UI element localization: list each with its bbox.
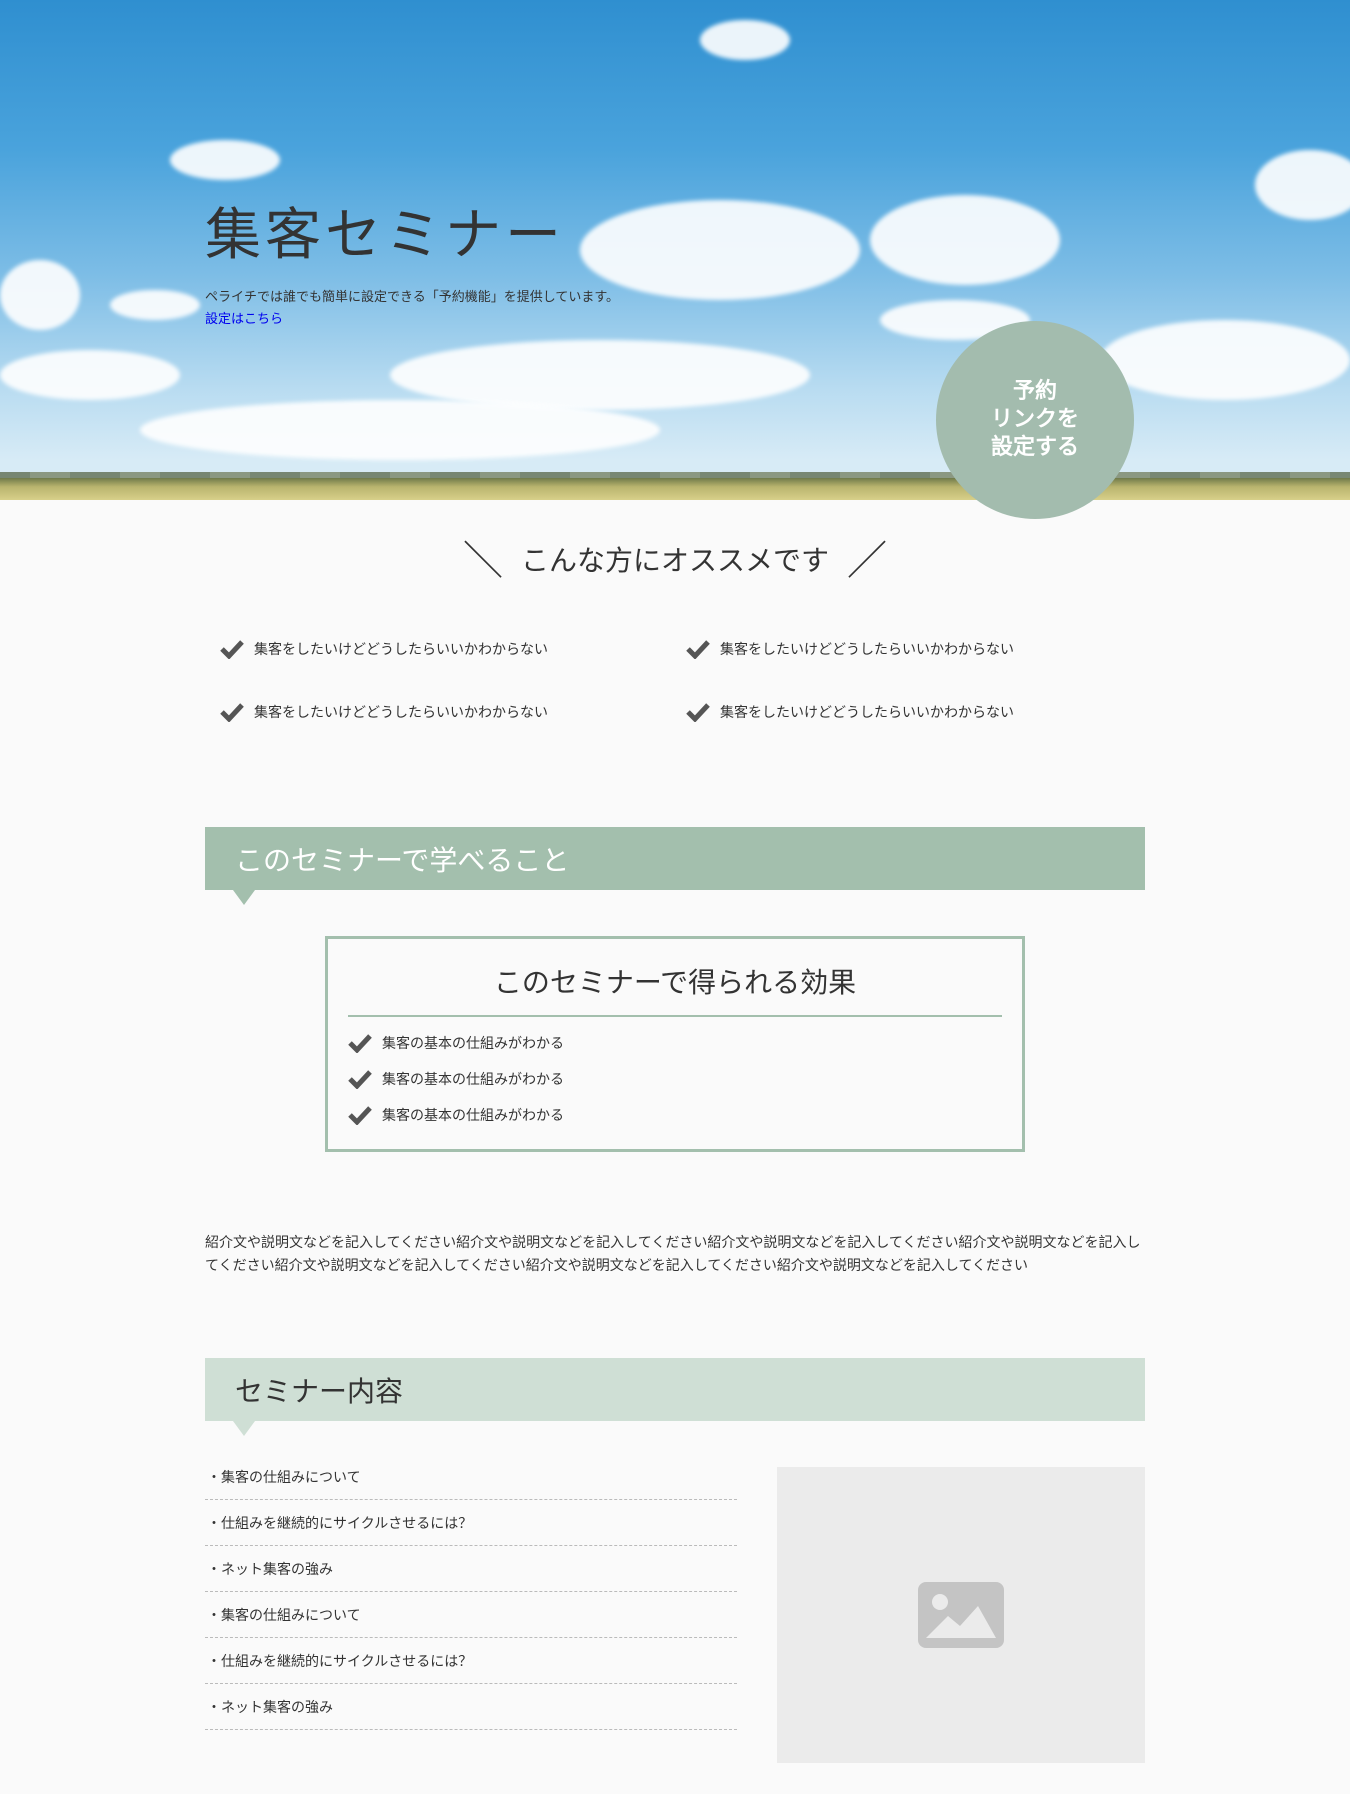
topic-item: ・集客の仕組みについて <box>205 1454 737 1500</box>
topic-item: ・仕組みを継続的にサイクルさせるには？ <box>205 1500 737 1546</box>
cloud <box>870 195 1060 285</box>
topic-item: ・集客の仕組みについて <box>205 1592 737 1638</box>
recommend-item: 集客をしたいけどどうしたらいいかわからない <box>220 639 548 659</box>
check-icon <box>348 1106 372 1125</box>
cloud <box>110 290 200 320</box>
hero-banner: 集客セミナー ペライチでは誰でも簡単に設定できる「予約機能」を提供しています。 … <box>0 0 1350 500</box>
topic-item: ・ネット集客の強み <box>205 1546 737 1592</box>
effect-item: 集客の基本の仕組みがわかる <box>348 1105 564 1125</box>
recommend-item-text: 集客をしたいけどどうしたらいいかわからない <box>720 642 1014 658</box>
topic-item: ・仕組みを継続的にサイクルさせるには？ <box>205 1638 737 1684</box>
recommend-item-text: 集客をしたいけどどうしたらいいかわからない <box>254 642 548 658</box>
check-icon <box>348 1034 372 1053</box>
recommend-item-text: 集客をしたいけどどうしたらいいかわからない <box>720 705 1014 721</box>
cloud <box>0 350 180 400</box>
reserve-link-label: 予約 リンクを 設定する <box>990 379 1079 460</box>
cloud <box>0 260 80 330</box>
effect-item-text: 集客の基本の仕組みがわかる <box>382 1036 564 1052</box>
effect-title: このセミナーで得られる効果 <box>348 961 1002 1017</box>
ground <box>0 478 1350 500</box>
recommend-heading: ＼ こんな方にオススメです ／ <box>0 528 1350 586</box>
recommend-heading-text: こんな方にオススメです <box>520 544 829 577</box>
check-icon <box>220 640 244 659</box>
recommend-item: 集客をしたいけどどうしたらいいかわからない <box>686 702 1014 722</box>
learn-heading-text: このセミナーで学べること <box>235 843 570 877</box>
cloud <box>1100 320 1350 400</box>
slash-right-icon: ／ <box>847 538 887 584</box>
effect-box: このセミナーで得られる効果 集客の基本の仕組みがわかる 集客の基本の仕組みがわか… <box>325 936 1025 1152</box>
cloud <box>390 340 810 410</box>
recommend-item: 集客をしたいけどどうしたらいいかわからない <box>686 639 1014 659</box>
cloud <box>1255 150 1350 220</box>
recommend-item: 集客をしたいけどどうしたらいいかわからない <box>220 702 548 722</box>
content-section-heading: セミナー内容 <box>205 1358 1145 1436</box>
learn-section-heading: このセミナーで学べること <box>205 827 1145 905</box>
check-icon <box>686 640 710 659</box>
reserve-link-button[interactable]: 予約 リンクを 設定する <box>936 321 1134 519</box>
effect-item-text: 集客の基本の仕組みがわかる <box>382 1108 564 1124</box>
effect-item: 集客の基本の仕組みがわかる <box>348 1069 564 1089</box>
topic-item: ・ネット集客の強み <box>205 1684 737 1730</box>
content-heading-text: セミナー内容 <box>235 1374 404 1408</box>
page-title: 集客セミナー <box>205 203 565 268</box>
check-icon <box>220 703 244 722</box>
settings-link[interactable]: 設定はこちら <box>205 308 283 327</box>
check-icon <box>348 1070 372 1089</box>
slash-left-icon: ＼ <box>462 538 503 584</box>
cloud <box>170 140 280 180</box>
image-placeholder <box>777 1467 1145 1763</box>
cloud <box>140 400 660 460</box>
effect-item: 集客の基本の仕組みがわかる <box>348 1033 564 1053</box>
intro-text: 紹介文や説明文などを記入してください紹介文や説明文などを記入してください紹介文や… <box>205 1235 1141 1274</box>
cloud <box>580 200 860 300</box>
effect-item-text: 集客の基本の仕組みがわかる <box>382 1072 564 1088</box>
image-placeholder-icon <box>918 1582 1004 1648</box>
recommend-item-text: 集客をしたいけどどうしたらいいかわからない <box>254 705 548 721</box>
hero-description: ペライチでは誰でも簡単に設定できる「予約機能」を提供しています。 <box>205 290 620 305</box>
cloud <box>700 20 790 60</box>
check-icon <box>686 703 710 722</box>
